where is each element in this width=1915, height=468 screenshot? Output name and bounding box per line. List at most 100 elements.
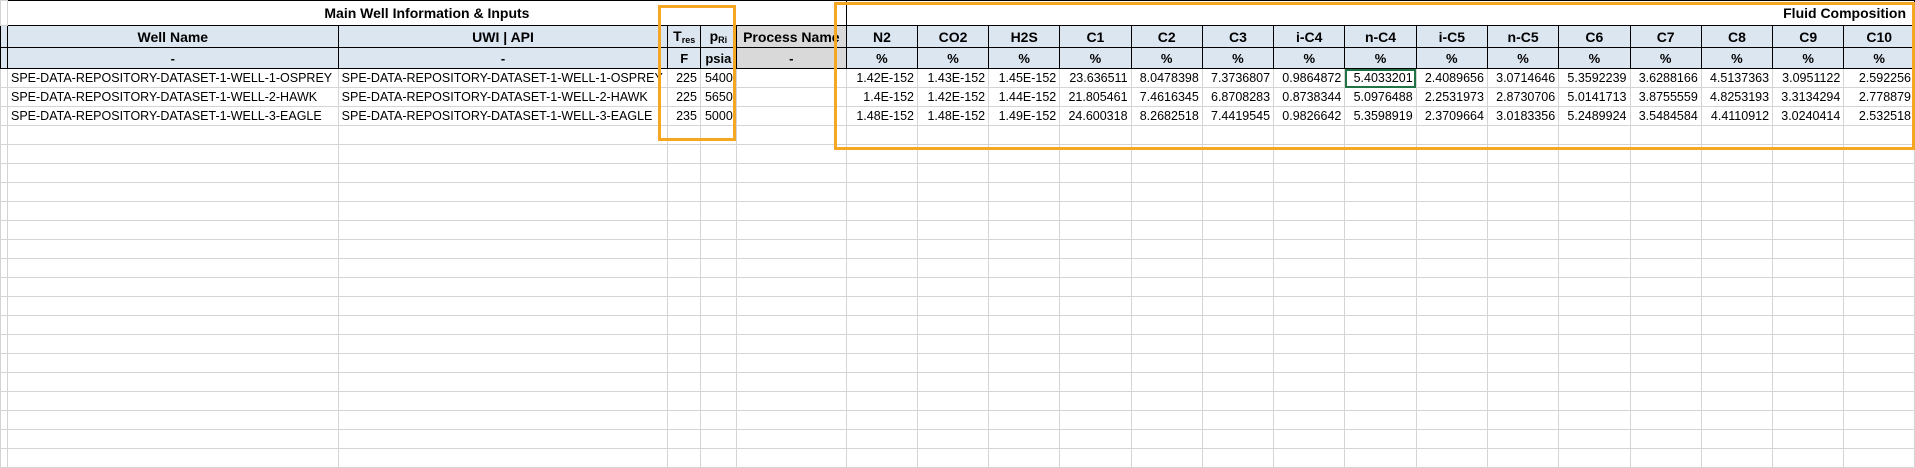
cell[interactable] — [1415, 201, 1488, 221]
composition-cell[interactable]: 2.8730706 — [1486, 87, 1560, 107]
cell[interactable] — [1415, 296, 1488, 316]
cell[interactable] — [1700, 448, 1774, 468]
cell[interactable] — [0, 429, 8, 449]
cell[interactable] — [1629, 258, 1702, 278]
cell[interactable] — [1558, 163, 1631, 183]
cell[interactable] — [337, 201, 669, 221]
cell[interactable] — [1486, 448, 1560, 468]
well-name-header[interactable]: Well Name — [7, 25, 339, 48]
composition-cell[interactable]: 5.3592239 — [1558, 68, 1631, 88]
component-unit[interactable]: % — [916, 47, 990, 69]
cell[interactable] — [667, 353, 701, 373]
composition-cell[interactable]: 8.2682518 — [1130, 106, 1203, 126]
composition-cell[interactable]: 2.2531973 — [1415, 87, 1488, 107]
cell[interactable] — [667, 239, 701, 259]
cell[interactable] — [337, 353, 669, 373]
cell[interactable] — [7, 353, 339, 373]
cell[interactable] — [1059, 448, 1132, 468]
component-unit[interactable]: % — [988, 47, 1061, 69]
cell[interactable] — [1486, 296, 1560, 316]
cell[interactable] — [1059, 125, 1132, 145]
component-header[interactable]: N2 — [845, 25, 919, 48]
tres-cell[interactable]: 235 — [667, 106, 701, 126]
cell[interactable] — [0, 163, 8, 183]
component-unit[interactable]: % — [1059, 47, 1132, 69]
cell[interactable] — [1558, 182, 1631, 202]
cell[interactable] — [1201, 182, 1275, 202]
cell[interactable] — [0, 410, 8, 430]
cell[interactable] — [1843, 391, 1915, 411]
cell[interactable] — [1273, 163, 1346, 183]
cell[interactable] — [988, 296, 1061, 316]
cell[interactable] — [1772, 277, 1845, 297]
component-unit[interactable]: % — [1629, 47, 1702, 69]
cell[interactable] — [1130, 163, 1203, 183]
cell[interactable] — [337, 125, 669, 145]
process-name-header[interactable]: Process Name — [735, 25, 847, 48]
cell[interactable] — [988, 220, 1061, 240]
cell[interactable] — [1344, 372, 1417, 392]
cell[interactable] — [1059, 296, 1132, 316]
cell[interactable] — [845, 220, 919, 240]
cell[interactable] — [916, 334, 990, 354]
cell[interactable] — [1130, 220, 1203, 240]
cell[interactable] — [1059, 391, 1132, 411]
pri-cell[interactable]: 5000 — [699, 106, 737, 126]
tres-header[interactable]: Tres — [667, 25, 701, 48]
composition-cell[interactable]: 0.8738344 — [1273, 87, 1346, 107]
cell[interactable] — [699, 239, 737, 259]
cell[interactable] — [1772, 125, 1845, 145]
composition-cell[interactable]: 1.42E-152 — [845, 68, 919, 88]
cell[interactable] — [7, 277, 339, 297]
component-unit[interactable]: % — [1273, 47, 1346, 69]
cell[interactable] — [1344, 410, 1417, 430]
cell[interactable] — [1059, 410, 1132, 430]
cell[interactable] — [916, 315, 990, 335]
cell[interactable] — [1486, 125, 1560, 145]
cell[interactable] — [735, 391, 847, 411]
cell[interactable] — [1344, 391, 1417, 411]
cell[interactable] — [1558, 353, 1631, 373]
cell[interactable] — [7, 163, 339, 183]
component-header[interactable]: H2S — [988, 25, 1061, 48]
cell[interactable] — [1344, 144, 1417, 164]
component-unit[interactable]: % — [1415, 47, 1488, 69]
cell[interactable] — [1558, 220, 1631, 240]
cell[interactable] — [1130, 125, 1203, 145]
cell[interactable] — [1558, 315, 1631, 335]
cell[interactable] — [1344, 220, 1417, 240]
cell[interactable] — [1558, 429, 1631, 449]
cell[interactable] — [0, 47, 8, 69]
cell[interactable] — [1629, 372, 1702, 392]
composition-cell[interactable]: 3.6288166 — [1629, 68, 1702, 88]
cell[interactable] — [1486, 220, 1560, 240]
cell[interactable] — [1558, 391, 1631, 411]
cell[interactable] — [1130, 201, 1203, 221]
cell[interactable] — [845, 410, 919, 430]
composition-cell[interactable]: 3.0714646 — [1486, 68, 1560, 88]
cell[interactable] — [1843, 125, 1915, 145]
cell[interactable] — [699, 410, 737, 430]
cell[interactable] — [1130, 391, 1203, 411]
cell[interactable] — [1843, 448, 1915, 468]
cell[interactable] — [0, 125, 8, 145]
cell[interactable] — [7, 182, 339, 202]
cell[interactable] — [1344, 258, 1417, 278]
cell[interactable] — [735, 296, 847, 316]
component-header[interactable]: C3 — [1201, 25, 1275, 48]
cell[interactable] — [699, 391, 737, 411]
cell[interactable] — [667, 429, 701, 449]
cell[interactable] — [1273, 410, 1346, 430]
cell[interactable] — [699, 220, 737, 240]
cell[interactable] — [1629, 163, 1702, 183]
cell[interactable] — [1415, 353, 1488, 373]
cell[interactable] — [1843, 277, 1915, 297]
cell[interactable] — [1130, 410, 1203, 430]
cell[interactable] — [1201, 448, 1275, 468]
cell[interactable] — [1629, 182, 1702, 202]
component-header[interactable]: i-C4 — [1273, 25, 1346, 48]
cell[interactable] — [1130, 315, 1203, 335]
cell[interactable] — [1629, 334, 1702, 354]
cell[interactable] — [1130, 239, 1203, 259]
uwi-api-header[interactable]: UWI | API — [337, 25, 669, 48]
